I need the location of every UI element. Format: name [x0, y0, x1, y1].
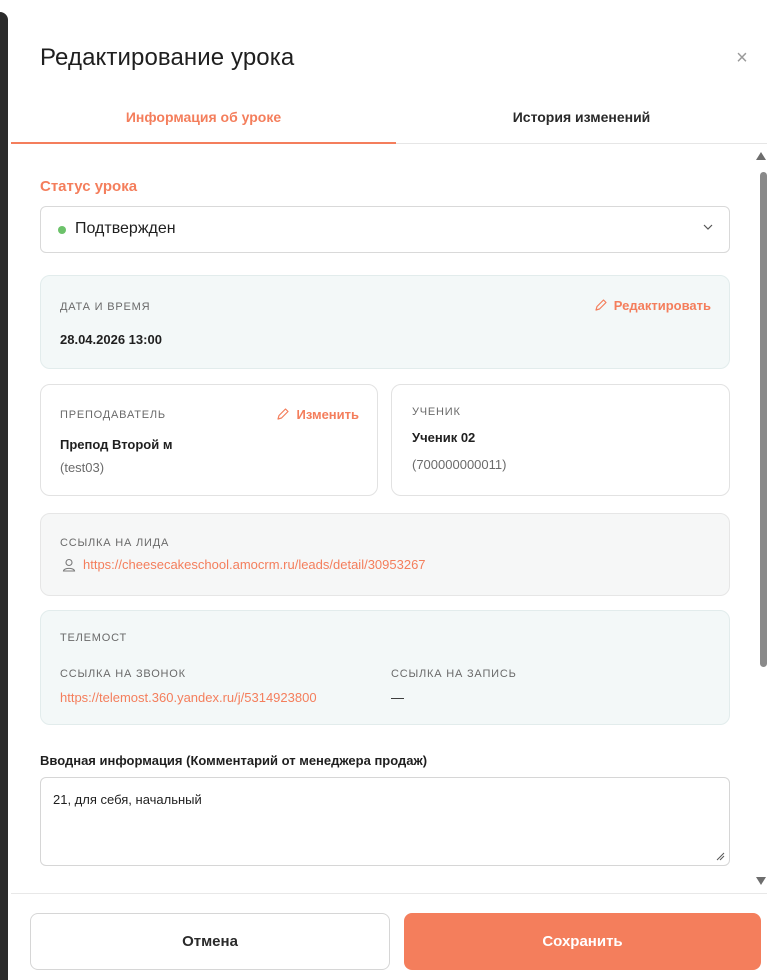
- window-edge: [0, 12, 8, 980]
- status-value: Подтвержден: [75, 220, 176, 237]
- status-dot-icon: [58, 226, 66, 234]
- intro-textarea[interactable]: 21, для себя, начальный: [40, 777, 730, 866]
- modal-footer: Отмена Сохранить: [11, 893, 767, 980]
- teacher-login: (test03): [60, 460, 105, 475]
- record-link-value: —: [391, 690, 404, 705]
- edit-datetime-label: Редактировать: [613, 298, 711, 313]
- pencil-icon: [277, 408, 290, 420]
- close-button[interactable]: ×: [732, 48, 752, 68]
- student-card: Ученик Ученик 02 (700000000011): [391, 384, 730, 496]
- tab-bar: Информация об уроке История изменений: [11, 100, 767, 144]
- scrollbar-thumb[interactable]: [760, 172, 767, 667]
- tab-change-history[interactable]: История изменений: [396, 100, 767, 144]
- intro-label: Вводная информация (Комментарий от менед…: [40, 753, 428, 768]
- call-link[interactable]: https://telemost.360.yandex.ru/j/5314923…: [60, 690, 317, 705]
- resize-grip-icon[interactable]: [716, 852, 725, 861]
- teacher-caption: Преподаватель: [60, 409, 166, 421]
- lead-link[interactable]: https://cheesecakeschool.amocrm.ru/leads…: [83, 557, 426, 572]
- student-caption: Ученик: [412, 406, 461, 418]
- telemost-card: Телемост Ссылка на звонок https://telemo…: [40, 610, 730, 725]
- intro-text: 21, для себя, начальный: [53, 792, 202, 807]
- teacher-name: Препод Второй м: [60, 437, 173, 452]
- student-name: Ученик 02: [412, 430, 476, 445]
- save-button[interactable]: Сохранить: [404, 913, 761, 970]
- lead-caption: Ссылка на лида: [60, 537, 170, 549]
- change-teacher-label: Изменить: [296, 407, 359, 422]
- edit-datetime-button[interactable]: Редактировать: [594, 298, 711, 313]
- datetime-value: 28.04.2026 13:00: [60, 332, 162, 347]
- student-phone: (700000000011): [412, 457, 507, 472]
- record-link-caption: Ссылка на запись: [391, 668, 517, 680]
- status-select[interactable]: Подтвержден: [40, 206, 730, 253]
- status-label: Статус урока: [40, 178, 138, 195]
- chevron-down-icon: [703, 224, 713, 230]
- edit-lesson-modal: Редактирование урока × Информация об уро…: [11, 0, 767, 980]
- close-icon: ×: [736, 47, 748, 69]
- user-icon: [62, 558, 76, 572]
- datetime-caption: Дата и время: [60, 301, 151, 313]
- scroll-down-icon[interactable]: [756, 877, 766, 885]
- tab-lesson-info[interactable]: Информация об уроке: [11, 100, 396, 144]
- datetime-card: Дата и время 28.04.2026 13:00 Редактиров…: [40, 275, 730, 369]
- pencil-icon: [595, 299, 607, 311]
- telemost-caption: Телемост: [60, 632, 128, 644]
- teacher-card: Преподаватель Препод Второй м (test03) И…: [40, 384, 378, 496]
- change-teacher-button[interactable]: Изменить: [276, 407, 359, 422]
- page-frame: Редактирование урока × Информация об уро…: [0, 0, 767, 980]
- call-link-caption: Ссылка на звонок: [60, 668, 186, 680]
- lead-card: Ссылка на лида https://cheesecakeschool.…: [40, 513, 730, 596]
- scroll-up-icon[interactable]: [756, 152, 766, 160]
- cancel-button[interactable]: Отмена: [30, 913, 390, 970]
- modal-title: Редактирование урока: [40, 44, 295, 71]
